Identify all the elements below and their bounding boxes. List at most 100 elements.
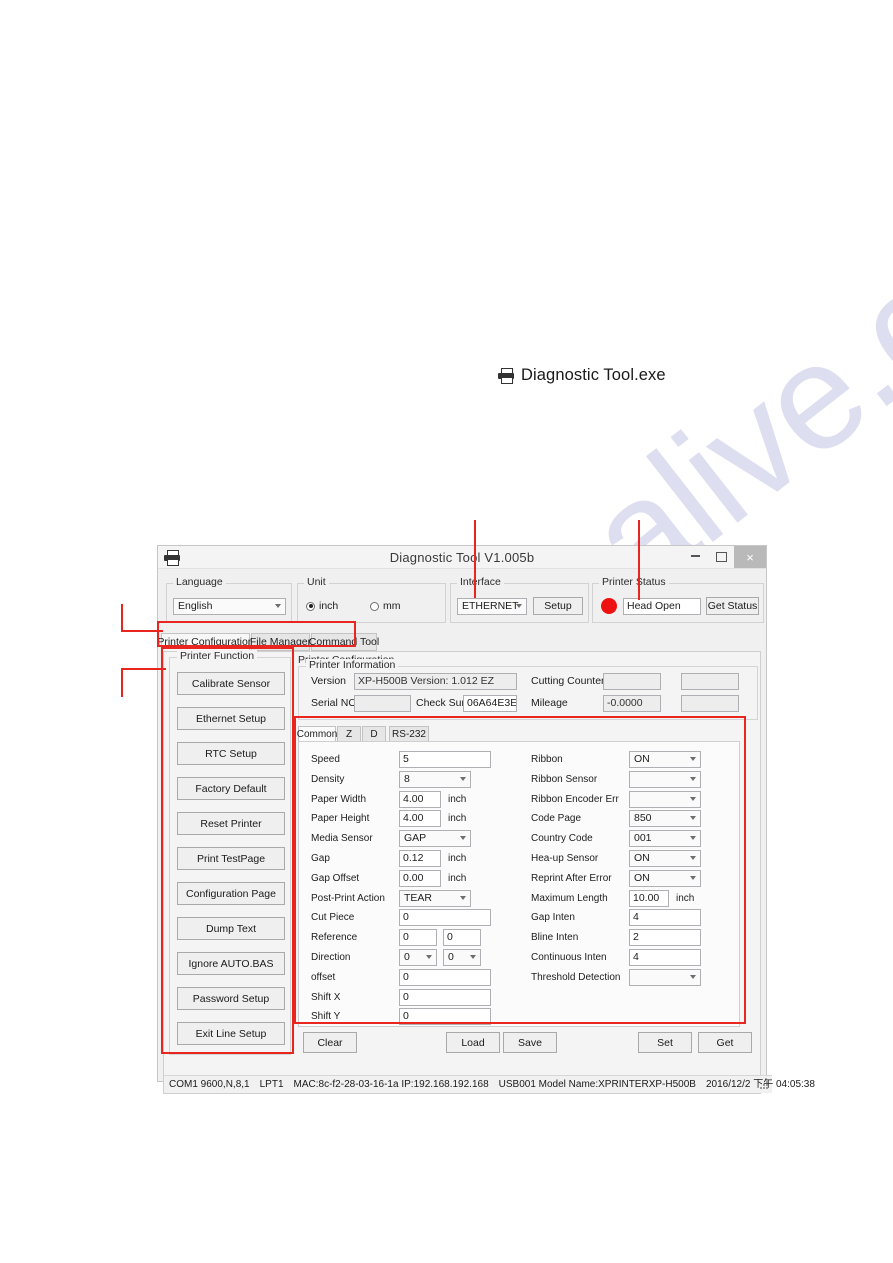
bline-inten-label: Bline Inten bbox=[531, 932, 579, 944]
chevron-down-icon bbox=[690, 875, 696, 880]
country-code-select-value: 001 bbox=[634, 832, 652, 845]
direction-select-2-value: 0 bbox=[448, 951, 454, 963]
density-select-value: 8 bbox=[404, 772, 410, 785]
cutting-counter-value bbox=[603, 673, 661, 690]
ribbon-sensor-select[interactable] bbox=[629, 770, 701, 788]
maximum-length-label: Maximum Length bbox=[531, 892, 608, 904]
exe-file-label: Diagnostic Tool.exe bbox=[521, 366, 666, 384]
factory-default-button[interactable]: Factory Default bbox=[177, 777, 285, 800]
continuous-inten-input[interactable]: 4 bbox=[629, 949, 701, 966]
maximize-button[interactable] bbox=[708, 546, 734, 568]
printer-function-legend: Printer Function bbox=[177, 650, 258, 662]
printer-information-legend: Printer Information bbox=[306, 659, 399, 671]
threshold-detection-select[interactable] bbox=[629, 968, 701, 986]
language-select[interactable]: English bbox=[173, 598, 286, 615]
clear-button[interactable]: Clear bbox=[303, 1032, 357, 1053]
ribbon-encoder-err-select[interactable] bbox=[629, 790, 701, 808]
bline-inten-input[interactable]: 2 bbox=[629, 929, 701, 947]
reset-printer-button[interactable]: Reset Printer bbox=[177, 812, 285, 835]
tab-file-manager[interactable]: File Manager bbox=[250, 633, 311, 651]
rtc-setup-button[interactable]: RTC Setup bbox=[177, 742, 285, 765]
interface-setup-button[interactable]: Setup bbox=[533, 597, 583, 615]
close-button[interactable]: × bbox=[734, 546, 766, 568]
shift-y-input[interactable]: 0 bbox=[399, 1008, 491, 1026]
reference-input-2[interactable]: 0 bbox=[443, 929, 481, 947]
settings-tab-d[interactable]: D bbox=[362, 726, 386, 742]
offset-input[interactable]: 0 bbox=[399, 968, 491, 986]
resize-grip-icon[interactable] bbox=[760, 1081, 769, 1090]
ribbon-select[interactable]: ON bbox=[629, 751, 701, 768]
get-button[interactable]: Get bbox=[698, 1032, 752, 1053]
cut-piece-label: Cut Piece bbox=[311, 912, 355, 924]
country-code-select[interactable]: 001 bbox=[629, 830, 701, 848]
paper-height-input[interactable]: 4.00 bbox=[399, 810, 441, 828]
annotation-line-interface bbox=[474, 520, 476, 598]
reference-input-1[interactable]: 0 bbox=[399, 929, 437, 947]
configuration-page-button[interactable]: Configuration Page bbox=[177, 882, 285, 905]
status-com-port: COM1 9600,N,8,1 bbox=[169, 1079, 250, 1090]
language-legend: Language bbox=[173, 576, 226, 588]
unit-group: Unit inch mm bbox=[297, 576, 446, 623]
code-page-select[interactable]: 850 bbox=[629, 810, 701, 828]
direction-select-2[interactable]: 0 bbox=[443, 949, 481, 966]
dump-text-button[interactable]: Dump Text bbox=[177, 917, 285, 940]
unit-radio-mm[interactable]: mm bbox=[370, 600, 401, 612]
paper-height-label: Paper Height bbox=[311, 813, 370, 825]
settings-panel: Speed 5 Density 8 Paper Width 4.00 inch Paper H… bbox=[298, 741, 740, 1027]
interface-select[interactable]: ETHERNET bbox=[457, 598, 527, 615]
set-button[interactable]: Set bbox=[638, 1032, 692, 1053]
shift-y-label: Shift Y bbox=[311, 1011, 341, 1023]
ribbon-select-value: ON bbox=[634, 753, 650, 765]
hea-up-sensor-select-value: ON bbox=[634, 852, 650, 864]
maximum-length-unit-label: inch bbox=[676, 892, 695, 904]
maximum-length-input[interactable]: 10.00 bbox=[629, 889, 669, 907]
settings-tab-rs232[interactable]: RS-232 bbox=[389, 726, 429, 742]
density-select[interactable]: 8 bbox=[399, 770, 471, 788]
print-testpage-button[interactable]: Print TestPage bbox=[177, 847, 285, 870]
settings-tab-z[interactable]: Z bbox=[337, 726, 361, 742]
tab-command-tool[interactable]: Command Tool bbox=[309, 633, 379, 651]
status-network: MAC:8c-f2-28-03-16-1a IP:192.168.192.168 bbox=[293, 1079, 489, 1090]
direction-select-1[interactable]: 0 bbox=[399, 949, 437, 966]
gap-input[interactable]: 0.12 bbox=[399, 850, 441, 867]
settings-tab-common[interactable]: Common bbox=[297, 726, 337, 742]
density-label: Density bbox=[311, 773, 345, 785]
gap-offset-input[interactable]: 0.00 bbox=[399, 869, 441, 887]
ethernet-setup-button[interactable]: Ethernet Setup bbox=[177, 707, 285, 730]
mileage-label: Mileage bbox=[531, 697, 568, 709]
paper-width-label: Paper Width bbox=[311, 793, 367, 805]
language-group: Language English bbox=[166, 576, 292, 623]
media-sensor-select-value: GAP bbox=[404, 832, 427, 845]
shift-x-input[interactable]: 0 bbox=[399, 988, 491, 1006]
tab-printer-configuration[interactable]: Printer Configuration bbox=[157, 633, 254, 651]
language-value: English bbox=[178, 600, 213, 612]
shift-x-label: Shift X bbox=[311, 991, 341, 1003]
chevron-down-icon bbox=[426, 955, 432, 959]
exit-line-setup-button[interactable]: Exit Line Setup bbox=[177, 1022, 285, 1045]
reprint-after-error-select[interactable]: ON bbox=[629, 869, 701, 887]
speed-input[interactable]: 5 bbox=[399, 751, 491, 768]
direction-select-1-value: 0 bbox=[404, 951, 410, 963]
post-print-action-select[interactable]: TEAR bbox=[399, 889, 471, 907]
calibrate-sensor-button[interactable]: Calibrate Sensor bbox=[177, 672, 285, 695]
printer-function-group: Printer Function Calibrate Sensor Ethern… bbox=[169, 650, 291, 1055]
cut-piece-input[interactable]: 0 bbox=[399, 909, 491, 927]
gap-inten-input[interactable]: 4 bbox=[629, 909, 701, 927]
minimize-button[interactable] bbox=[682, 546, 708, 568]
annotation-line-tabs-horizontal bbox=[121, 630, 163, 632]
save-button[interactable]: Save bbox=[503, 1032, 557, 1053]
chevron-down-icon bbox=[690, 796, 696, 801]
password-setup-button[interactable]: Password Setup bbox=[177, 987, 285, 1010]
hea-up-sensor-select[interactable]: ON bbox=[629, 850, 701, 867]
paper-width-input[interactable]: 4.00 bbox=[399, 790, 441, 808]
unit-radio-inch[interactable]: inch bbox=[306, 600, 338, 612]
media-sensor-select[interactable]: GAP bbox=[399, 830, 471, 848]
chevron-down-icon bbox=[460, 776, 466, 781]
ignore-autobas-button[interactable]: Ignore AUTO.BAS bbox=[177, 952, 285, 975]
get-status-button[interactable]: Get Status bbox=[706, 597, 759, 615]
status-usb-model: USB001 Model Name:XPRINTERXP-H500B bbox=[498, 1079, 696, 1090]
load-button[interactable]: Load bbox=[446, 1032, 500, 1053]
diagnostic-tool-window: Diagnostic Tool V1.005b × Language Engli… bbox=[157, 545, 815, 1094]
unit-legend: Unit bbox=[304, 576, 329, 588]
top-toolbar: Language English Unit inch mm Interface … bbox=[163, 575, 764, 623]
